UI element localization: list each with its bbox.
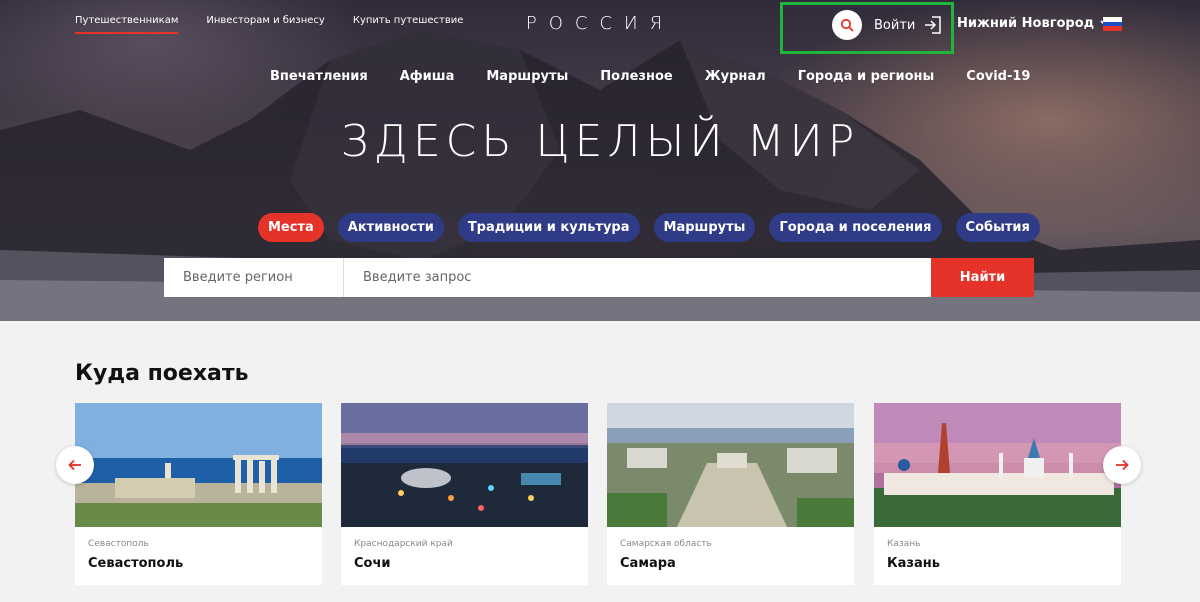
card-image xyxy=(341,403,588,527)
destination-card-sevastopol[interactable]: Севастополь Севастополь xyxy=(75,403,322,585)
search-button[interactable] xyxy=(832,10,862,40)
chip-events[interactable]: События xyxy=(955,213,1040,242)
nav-covid[interactable]: Covid-19 xyxy=(966,69,1030,84)
card-image xyxy=(607,403,854,527)
chip-cities[interactable]: Города и поселения xyxy=(769,213,942,242)
carousel-next-button[interactable] xyxy=(1103,446,1141,484)
destination-card-sochi[interactable]: Краснодарский край Сочи xyxy=(341,403,588,585)
city-selector[interactable]: Нижний Новгород xyxy=(957,16,1112,31)
nav-useful[interactable]: Полезное xyxy=(600,69,672,84)
arrow-right-icon xyxy=(1116,459,1129,471)
carousel-prev-button[interactable] xyxy=(56,446,94,484)
login-label: Войти xyxy=(874,17,916,33)
audience-tab-buy-trip[interactable]: Купить путешествие xyxy=(353,15,464,34)
chip-routes[interactable]: Маршруты xyxy=(653,213,756,242)
chip-places[interactable]: Места xyxy=(258,213,324,242)
card-image xyxy=(75,403,322,527)
arrow-left-icon xyxy=(68,459,81,471)
card-name: Самара xyxy=(620,556,676,571)
section-title: Куда поехать xyxy=(75,361,249,386)
hero-banner: Путешественникам Инвесторам и бизнесу Ку… xyxy=(0,0,1200,321)
search-icon xyxy=(840,18,854,32)
find-button[interactable]: Найти xyxy=(931,258,1034,297)
audience-tab-travelers[interactable]: Путешественникам xyxy=(75,15,179,34)
card-region: Севастополь xyxy=(88,539,149,549)
nav-journal[interactable]: Журнал xyxy=(705,69,766,84)
hero-headline: ЗДЕСЬ ЦЕЛЫЙ МИР xyxy=(340,116,860,167)
main-nav: Впечатления Афиша Маршруты Полезное Журн… xyxy=(270,69,1030,84)
nav-events[interactable]: Афиша xyxy=(400,69,455,84)
destination-card-samara[interactable]: Самарская область Самара xyxy=(607,403,854,585)
chip-activities[interactable]: Активности xyxy=(337,213,444,242)
nav-cities-regions[interactable]: Города и регионы xyxy=(798,69,935,84)
destination-card-kazan[interactable]: Казань Казань xyxy=(874,403,1121,585)
city-label: Нижний Новгород xyxy=(957,16,1095,31)
login-icon xyxy=(925,16,942,34)
site-logo[interactable]: РОССИЯ xyxy=(515,13,685,34)
chip-traditions[interactable]: Традиции и культура xyxy=(457,213,640,242)
card-name: Казань xyxy=(887,556,940,571)
region-input[interactable] xyxy=(164,258,344,297)
card-name: Севастополь xyxy=(88,556,184,571)
audience-tab-investors[interactable]: Инвесторам и бизнесу xyxy=(206,15,324,34)
nav-routes[interactable]: Маршруты xyxy=(486,69,568,84)
card-region: Самарская область xyxy=(620,539,712,549)
search-bar: Найти xyxy=(164,258,1034,297)
nav-impressions[interactable]: Впечатления xyxy=(270,69,368,84)
card-name: Сочи xyxy=(354,556,391,571)
audience-nav: Путешественникам Инвесторам и бизнесу Ку… xyxy=(75,15,463,34)
russia-flag-icon[interactable] xyxy=(1103,17,1122,32)
login-button[interactable]: Войти xyxy=(874,15,943,35)
category-chips: Места Активности Традиции и культура Мар… xyxy=(258,213,1040,242)
query-input[interactable] xyxy=(344,258,931,297)
card-region: Краснодарский край xyxy=(354,539,453,549)
card-image xyxy=(874,403,1121,527)
card-region: Казань xyxy=(887,539,921,549)
